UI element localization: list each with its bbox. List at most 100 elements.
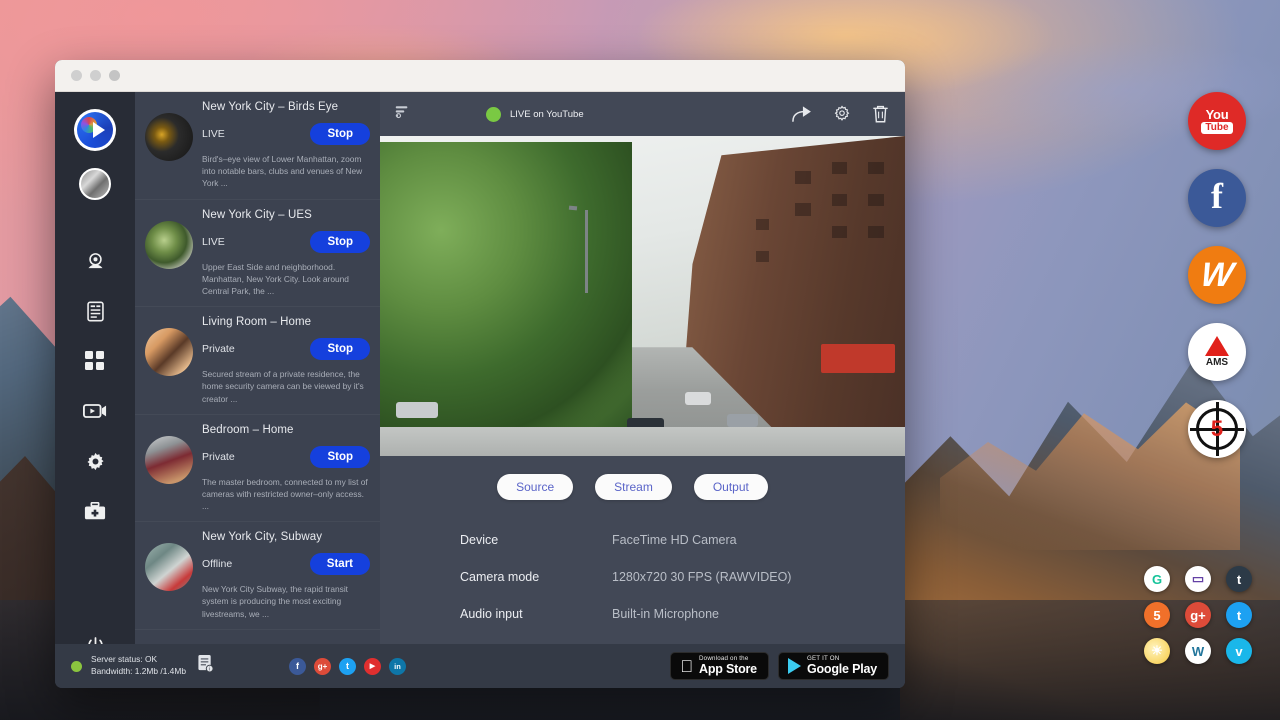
spec-row-device: Device FaceTime HD Camera <box>460 533 905 547</box>
app-store-badge[interactable]:  Download on the App Store <box>670 652 769 680</box>
camera-list[interactable]: New York City – Birds Eye LIVE Stop Bird… <box>135 92 380 688</box>
desktop-icon-column: You Tube f W AMS 5 <box>1188 92 1246 458</box>
sidebar-item-grid[interactable] <box>68 336 122 386</box>
camera-list-item[interactable]: New York City, Subway Offline Start New … <box>135 522 380 630</box>
twitter-icon[interactable]: t <box>339 658 356 675</box>
video-preview[interactable] <box>380 136 905 456</box>
tab-output[interactable]: Output <box>694 474 768 500</box>
camera-stop-button[interactable]: Stop <box>310 446 370 468</box>
youtube-glyph: ▶ <box>370 662 375 670</box>
camera-start-button[interactable]: Start <box>310 553 370 575</box>
camera-title: New York City – UES <box>202 209 370 221</box>
trash-icon[interactable] <box>872 104 889 124</box>
desktop-icon-youtube[interactable]: You Tube <box>1188 92 1246 150</box>
camera-status: LIVE <box>202 236 225 248</box>
desktop-icon-googleplus-small[interactable]: g+ <box>1185 602 1211 628</box>
desktop-icon-vimeo[interactable]: v <box>1226 638 1252 664</box>
spec-row-camera-mode: Camera mode 1280x720 30 FPS (RAWVIDEO) <box>460 570 905 584</box>
maximize-button[interactable] <box>109 70 120 81</box>
desktop-icon-cluster: G ▭ t 5 g+ t ☀ W v <box>1138 562 1258 668</box>
sidebar-item-toolkit[interactable] <box>68 486 122 536</box>
camera-stop-button[interactable]: Stop <box>310 338 370 360</box>
desktop-icon-grammarly[interactable]: G <box>1144 566 1170 592</box>
camera-thumbnail <box>145 328 193 376</box>
video-window <box>832 226 848 239</box>
desktop-icon-sun[interactable]: ☀ <box>1144 638 1170 664</box>
video-car <box>685 392 711 405</box>
youtube-label-top: You <box>1206 108 1229 121</box>
gear-icon[interactable] <box>832 104 852 124</box>
vimeo-glyph: v <box>1235 644 1242 659</box>
wowza-glyph: W <box>1199 258 1236 292</box>
camera-list-item[interactable]: New York City – Birds Eye LIVE Stop Bird… <box>135 92 380 200</box>
desktop-icon-five[interactable]: 5 <box>1188 400 1246 458</box>
sidebar-nav <box>68 236 122 536</box>
video-car <box>396 402 438 418</box>
toolkit-icon <box>84 502 106 521</box>
camera-status: Private <box>202 451 235 463</box>
google-play-icon <box>788 658 801 674</box>
app-logo[interactable] <box>74 109 116 151</box>
app-window: New York City – Birds Eye LIVE Stop Bird… <box>55 60 905 688</box>
camera-thumbnail <box>145 113 193 161</box>
sun-glyph: ☀ <box>1151 643 1163 659</box>
close-button[interactable] <box>71 70 82 81</box>
camera-list-item[interactable]: Bedroom – Home Private Stop The master b… <box>135 415 380 523</box>
youtube-icon[interactable]: ▶ <box>364 658 381 675</box>
sidebar-item-video[interactable] <box>68 386 122 436</box>
tab-source[interactable]: Source <box>497 474 573 500</box>
twitter-glyph: t <box>346 661 349 671</box>
sort-filter-icon[interactable] <box>394 104 410 125</box>
facebook-icon[interactable]: f <box>289 658 306 675</box>
tab-stream[interactable]: Stream <box>595 474 672 500</box>
sidebar-item-list[interactable] <box>68 286 122 336</box>
video-window <box>795 171 811 184</box>
camera-description: Secured stream of a private residence, t… <box>202 368 370 405</box>
camera-stop-button[interactable]: Stop <box>310 231 370 253</box>
desktop-icon-twitter-small[interactable]: t <box>1226 602 1252 628</box>
desktop-icon-facebook[interactable]: f <box>1188 169 1246 227</box>
camera-description: Upper East Side and neighborhood. Manhat… <box>202 261 370 298</box>
video-window <box>756 251 769 262</box>
play-triangle-icon <box>93 122 105 138</box>
spec-label: Device <box>460 533 612 547</box>
twitch-glyph: ▭ <box>1192 571 1204 587</box>
camera-action-row: Offline Start <box>202 553 370 575</box>
footer-socials: f g+ t ▶ in <box>289 658 406 675</box>
sidebar-item-camera[interactable] <box>68 236 122 286</box>
five-small-glyph: 5 <box>1153 608 1160 623</box>
grid-icon <box>85 351 105 371</box>
desktop-icon-adobe-ams[interactable]: AMS <box>1188 323 1246 381</box>
camera-action-row: LIVE Stop <box>202 123 370 145</box>
camera-thumbnail <box>145 436 193 484</box>
desktop-icon-wordpress[interactable]: W <box>1185 638 1211 664</box>
desktop-icon-five-small[interactable]: 5 <box>1144 602 1170 628</box>
video-car <box>727 414 759 427</box>
sidebar-item-settings[interactable] <box>68 436 122 486</box>
window-body: New York City – Birds Eye LIVE Stop Bird… <box>55 92 905 688</box>
camera-description: New York City Subway, the rapid transit … <box>202 583 370 620</box>
desktop-icon-wowza[interactable]: W <box>1188 246 1246 304</box>
user-avatar[interactable] <box>79 168 111 200</box>
report-icon[interactable]: i <box>197 654 214 678</box>
share-arrow-icon[interactable] <box>791 105 812 124</box>
server-status-group: Server status: OK Bandwidth: 1.2Mb /1.4M… <box>71 654 214 678</box>
google-play-badge[interactable]: GET IT ON Google Play <box>778 652 889 680</box>
app-store-big: App Store <box>699 663 757 676</box>
device-specs: Device FaceTime HD Camera Camera mode 12… <box>380 500 905 644</box>
linkedin-icon[interactable]: in <box>389 658 406 675</box>
target-ring-icon: 5 <box>1196 408 1238 450</box>
video-window <box>795 203 811 216</box>
googleplus-icon[interactable]: g+ <box>314 658 331 675</box>
desktop-icon-tumblr[interactable]: t <box>1226 566 1252 592</box>
five-label: 5 <box>1211 416 1223 442</box>
webcam-icon <box>85 251 106 272</box>
live-indicator-dot <box>486 107 501 122</box>
minimize-button[interactable] <box>90 70 101 81</box>
camera-stop-button[interactable]: Stop <box>310 123 370 145</box>
adobe-triangle-icon <box>1205 336 1229 356</box>
camera-list-item[interactable]: New York City – UES LIVE Stop Upper East… <box>135 200 380 308</box>
camera-thumbnail <box>145 221 193 269</box>
desktop-icon-twitch[interactable]: ▭ <box>1185 566 1211 592</box>
camera-list-item[interactable]: Living Room – Home Private Stop Secured … <box>135 307 380 415</box>
